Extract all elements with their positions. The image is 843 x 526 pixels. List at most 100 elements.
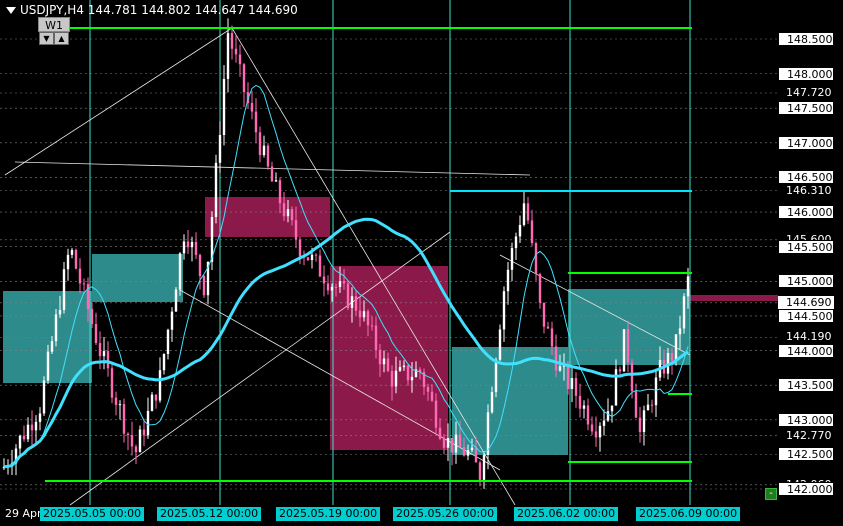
candle-body bbox=[626, 329, 630, 363]
time-label: 2025.05.26 00:00 bbox=[393, 507, 498, 521]
candle-body bbox=[482, 454, 486, 482]
candle-body bbox=[118, 404, 122, 406]
candle-body bbox=[214, 162, 218, 218]
candle-body bbox=[26, 424, 30, 440]
candle-body bbox=[110, 368, 114, 398]
candle-body bbox=[650, 404, 654, 406]
candle-body bbox=[682, 296, 686, 329]
candle-body bbox=[458, 434, 462, 448]
candle-body bbox=[582, 405, 586, 409]
candle-body bbox=[638, 417, 642, 433]
candle-body bbox=[590, 424, 594, 432]
candle-body bbox=[166, 329, 170, 355]
candle-body bbox=[478, 462, 482, 482]
candle-body bbox=[674, 334, 678, 361]
candle-body bbox=[634, 391, 638, 418]
close-price: 144.690 bbox=[248, 3, 298, 17]
candle-body bbox=[130, 435, 134, 447]
price-label: 144.690 bbox=[778, 295, 834, 310]
candle-body bbox=[318, 255, 322, 277]
candle-body bbox=[270, 166, 274, 182]
candle-body bbox=[250, 103, 254, 112]
price-label: 146.000 bbox=[778, 205, 834, 220]
candle-body bbox=[462, 447, 466, 456]
candle-body bbox=[446, 438, 450, 448]
candle-body bbox=[174, 289, 178, 312]
candle-body bbox=[630, 362, 634, 392]
time-label: 2025.06.02 00:00 bbox=[514, 507, 619, 521]
candle-body bbox=[646, 404, 650, 411]
candle-body bbox=[526, 203, 530, 221]
candle-body bbox=[142, 429, 146, 436]
candle-body bbox=[294, 220, 298, 240]
candle-body bbox=[602, 420, 606, 426]
price-label: 147.000 bbox=[778, 135, 834, 150]
timeframe-up-button[interactable]: ▲ bbox=[54, 32, 69, 45]
candle-body bbox=[550, 328, 554, 347]
candle-body bbox=[378, 349, 382, 365]
candle-body bbox=[466, 450, 470, 456]
timeframe-switcher[interactable]: W1 ▼ ▲ bbox=[38, 17, 70, 46]
time-label: 2025.05.12 00:00 bbox=[157, 507, 262, 521]
candle-body bbox=[474, 447, 478, 463]
high-price: 144.802 bbox=[141, 3, 191, 17]
candle-body bbox=[574, 378, 578, 396]
candle-body bbox=[238, 54, 242, 65]
candle-body bbox=[54, 314, 58, 342]
supply-demand-zones bbox=[3, 197, 778, 455]
candle-body bbox=[386, 358, 390, 371]
candle-body bbox=[494, 359, 498, 393]
candle-body bbox=[598, 425, 602, 438]
candle-body bbox=[22, 435, 26, 440]
candle-body bbox=[274, 180, 278, 182]
candle-body bbox=[502, 291, 506, 330]
candle-body bbox=[334, 286, 338, 288]
candle-body bbox=[670, 353, 674, 361]
price-label: 144.000 bbox=[778, 343, 834, 358]
candle-body bbox=[50, 341, 54, 352]
candle-body bbox=[162, 354, 166, 371]
candle-body bbox=[358, 310, 362, 318]
candle-body bbox=[150, 394, 154, 411]
candle-body bbox=[394, 370, 398, 387]
candle-body bbox=[498, 329, 502, 360]
price-label: 146.500 bbox=[778, 170, 834, 185]
candle-body bbox=[398, 367, 402, 371]
candle-body bbox=[534, 243, 538, 274]
candle-body bbox=[678, 328, 682, 335]
time-label: 2025.05.05 00:00 bbox=[40, 507, 145, 521]
candle-body bbox=[230, 33, 234, 49]
candle-body bbox=[58, 309, 62, 315]
candle-body bbox=[586, 405, 590, 425]
candle-body bbox=[570, 378, 574, 389]
candle-body bbox=[222, 78, 226, 136]
candle-body bbox=[102, 351, 106, 357]
candle-body bbox=[434, 400, 438, 428]
candle-body bbox=[510, 248, 514, 270]
candle-body bbox=[286, 209, 290, 217]
collapse-button[interactable]: - bbox=[765, 488, 777, 500]
candle-body bbox=[554, 346, 558, 371]
candle-body bbox=[610, 405, 614, 412]
time-label: 29 Apr bbox=[5, 507, 42, 520]
timeframe-down-button[interactable]: ▼ bbox=[39, 32, 54, 45]
candle-body bbox=[618, 369, 622, 372]
candle-body bbox=[362, 311, 366, 318]
price-label: 147.500 bbox=[778, 101, 834, 116]
triangle-down-icon bbox=[6, 7, 16, 14]
candle-body bbox=[622, 329, 626, 372]
candle-body bbox=[38, 413, 42, 422]
candle-body bbox=[558, 366, 562, 371]
time-label: 2025.06.09 00:00 bbox=[636, 507, 741, 521]
price-chart[interactable] bbox=[0, 0, 843, 526]
candle-body bbox=[518, 224, 522, 237]
candle-body bbox=[542, 302, 546, 327]
candle-body bbox=[426, 387, 430, 392]
candle-body bbox=[322, 276, 326, 284]
candle-body bbox=[374, 325, 378, 350]
candle-body bbox=[306, 257, 310, 261]
candle-body bbox=[62, 269, 66, 310]
zone-rect bbox=[92, 254, 183, 302]
candle-body bbox=[330, 286, 334, 291]
candle-body bbox=[198, 254, 202, 277]
